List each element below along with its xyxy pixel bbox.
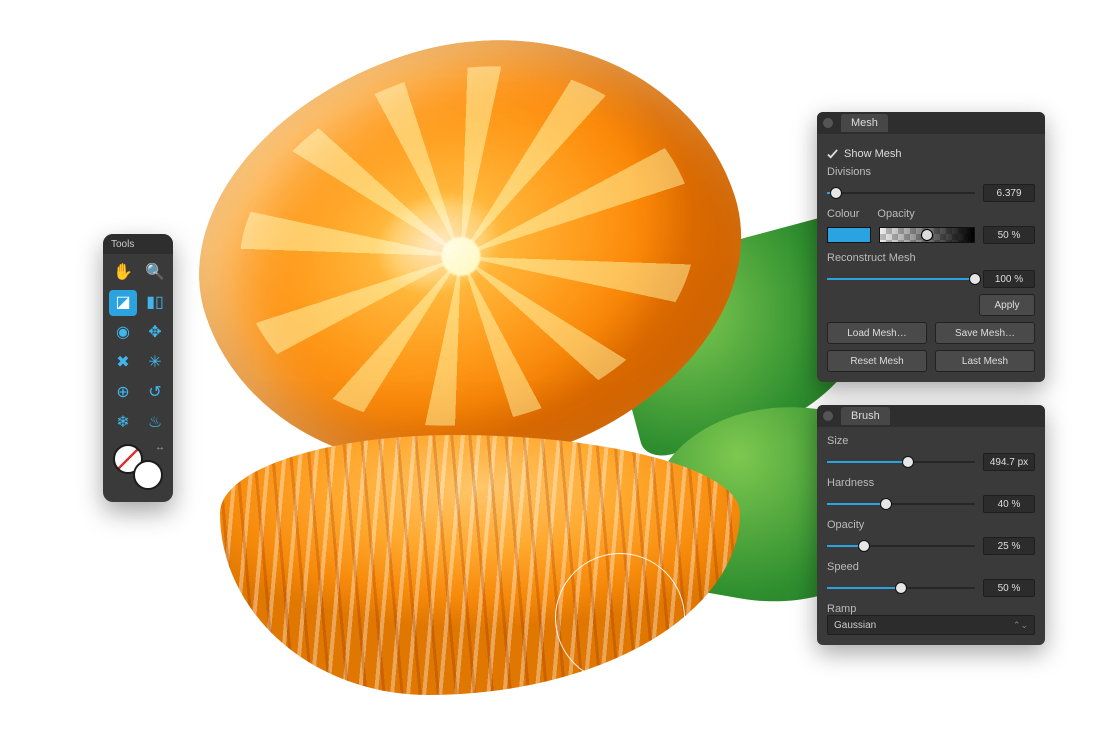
twirl-tool[interactable]: ◉ <box>109 320 137 346</box>
foreground-color-well[interactable] <box>133 460 163 490</box>
freeze-tool-icon: ❄ <box>116 415 129 431</box>
mesh-tool-icon: ⊕ <box>116 385 129 401</box>
canvas-artwork <box>160 5 820 725</box>
hardness-label: Hardness <box>827 477 1035 489</box>
reconstruct-value[interactable]: 100 % <box>983 270 1035 288</box>
brush-panel: Brush Size 494.7 px Hardness 40 % Opacit… <box>817 405 1045 645</box>
reconstruct-label: Reconstruct Mesh <box>827 252 1035 264</box>
thaw-tool-icon: ♨ <box>148 415 162 431</box>
ramp-value: Gaussian <box>834 620 876 631</box>
ramp-select[interactable]: Gaussian ⌃⌄ <box>827 615 1035 635</box>
size-slider[interactable] <box>827 461 975 463</box>
mesh-opacity-slider[interactable] <box>879 227 975 243</box>
liquify-mirror-tool-icon: ▮▯ <box>146 295 164 311</box>
speed-label: Speed <box>827 561 1035 573</box>
color-wells[interactable]: ↔ <box>113 444 163 490</box>
turbulence-tool-icon: ✳ <box>148 355 161 371</box>
speed-slider[interactable] <box>827 587 975 589</box>
mesh-tool[interactable]: ⊕ <box>109 380 137 406</box>
apply-button[interactable]: Apply <box>979 294 1035 316</box>
mesh-panel: Mesh Show Mesh Divisions 6.379 Colour Op… <box>817 112 1045 382</box>
reconstruct-tool-icon: ↺ <box>148 385 161 401</box>
divisions-value[interactable]: 6.379 <box>983 184 1035 202</box>
divisions-label: Divisions <box>827 166 1035 178</box>
speed-value[interactable]: 50 % <box>983 579 1035 597</box>
mesh-colour-swatch[interactable] <box>827 227 871 243</box>
liquify-mirror-tool[interactable]: ▮▯ <box>141 290 169 316</box>
hand-tool-icon: ✋ <box>113 265 133 281</box>
swap-colors-icon[interactable]: ↔ <box>155 442 165 453</box>
turbulence-tool[interactable]: ✳ <box>141 350 169 376</box>
tools-panel: Tools ✋ 🔍 ◪ ▮▯ ◉ ✥ ✖ ✳ ⊕ ↺ ❄ ♨ ↔ <box>103 234 173 502</box>
chevron-updown-icon: ⌃⌄ <box>1013 620 1028 631</box>
twirl-tool-icon: ◉ <box>116 325 130 341</box>
colour-label: Colour <box>827 208 859 220</box>
brush-opacity-label: Opacity <box>827 519 1035 531</box>
close-icon[interactable] <box>823 411 833 421</box>
tools-panel-title: Tools <box>103 234 173 254</box>
thaw-tool[interactable]: ♨ <box>141 410 169 436</box>
close-icon[interactable] <box>823 118 833 128</box>
ramp-label: Ramp <box>827 603 1035 615</box>
hand-tool[interactable]: ✋ <box>109 260 137 286</box>
save-mesh-button[interactable]: Save Mesh… <box>935 322 1035 344</box>
tab-mesh[interactable]: Mesh <box>841 114 888 132</box>
zoom-tool[interactable]: 🔍 <box>141 260 169 286</box>
tab-brush[interactable]: Brush <box>841 407 890 425</box>
mesh-opacity-value[interactable]: 50 % <box>983 226 1035 244</box>
last-mesh-button[interactable]: Last Mesh <box>935 350 1035 372</box>
zoom-tool-icon: 🔍 <box>145 265 165 281</box>
pinch-tool-icon: ✥ <box>148 325 161 341</box>
orange-slice <box>148 0 791 538</box>
size-value[interactable]: 494.7 px <box>983 453 1035 471</box>
brush-opacity-slider[interactable] <box>827 545 975 547</box>
reconstruct-tool[interactable]: ↺ <box>141 380 169 406</box>
freeze-tool[interactable]: ❄ <box>109 410 137 436</box>
show-mesh-label: Show Mesh <box>844 148 901 160</box>
hardness-value[interactable]: 40 % <box>983 495 1035 513</box>
liquify-melt <box>220 435 740 695</box>
load-mesh-button[interactable]: Load Mesh… <box>827 322 927 344</box>
show-mesh-checkbox[interactable]: Show Mesh <box>827 148 901 160</box>
brush-opacity-value[interactable]: 25 % <box>983 537 1035 555</box>
divisions-slider[interactable] <box>827 192 975 194</box>
size-label: Size <box>827 435 1035 447</box>
reconstruct-slider[interactable] <box>827 278 975 280</box>
liquify-push-tool[interactable]: ◪ <box>109 290 137 316</box>
punch-tool-icon: ✖ <box>116 355 129 371</box>
punch-tool[interactable]: ✖ <box>109 350 137 376</box>
opacity-label: Opacity <box>877 208 914 220</box>
liquify-push-tool-icon: ◪ <box>115 295 130 311</box>
brush-cursor-outline <box>555 553 685 683</box>
reset-mesh-button[interactable]: Reset Mesh <box>827 350 927 372</box>
pinch-tool[interactable]: ✥ <box>141 320 169 346</box>
hardness-slider[interactable] <box>827 503 975 505</box>
